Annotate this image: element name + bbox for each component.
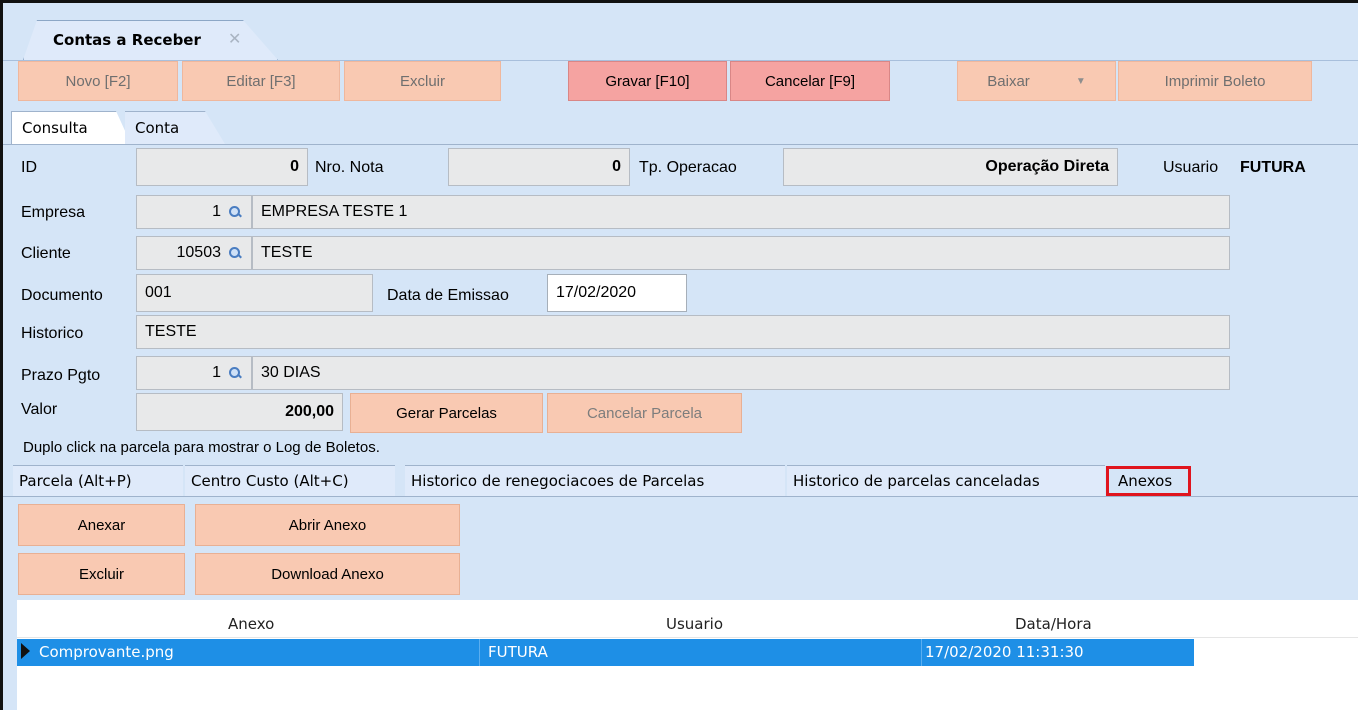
- empresa-label: Empresa: [21, 204, 86, 221]
- usuario-value: FUTURA: [1240, 159, 1306, 176]
- cliente-code: 10503: [176, 244, 222, 261]
- valor-label: Valor: [21, 401, 58, 418]
- prazo-code: 1: [212, 364, 221, 381]
- tp-operacao-label: Tp. Operacao: [639, 159, 737, 176]
- tab-historico-renegociacoes-label: Historico de renegociacoes de Parcelas: [411, 472, 705, 490]
- nro-nota-field: 0: [448, 148, 630, 186]
- tab-historico-canceladas[interactable]: Historico de parcelas canceladas: [787, 465, 1105, 496]
- column-header-anexo[interactable]: Anexo: [228, 615, 274, 633]
- id-label: ID: [21, 159, 37, 176]
- cliente-label: Cliente: [21, 245, 71, 262]
- tab-conta[interactable]: Conta: [125, 111, 225, 144]
- tab-centro-custo[interactable]: Centro Custo (Alt+C): [185, 465, 395, 496]
- doc-tab-label: Contas a Receber: [53, 31, 201, 49]
- cell-usuario[interactable]: FUTURA: [488, 643, 548, 661]
- novo-button[interactable]: Novo [F2]: [18, 61, 178, 101]
- excluir-anexo-button[interactable]: Excluir: [18, 553, 185, 595]
- column-header-data-hora[interactable]: Data/Hora: [1015, 615, 1092, 633]
- cell-data-hora[interactable]: 17/02/2020 11:31:30: [925, 643, 1084, 661]
- download-anexo-button[interactable]: Download Anexo: [195, 553, 460, 595]
- cell-anexo[interactable]: Comprovante.png: [39, 643, 174, 661]
- tab-consulta-label: Consulta: [22, 119, 88, 137]
- cliente-code-field[interactable]: 10503: [136, 236, 252, 270]
- data-emissao-label: Data de Emissao: [387, 287, 509, 304]
- search-icon[interactable]: [227, 365, 243, 381]
- cliente-name-field: TESTE: [252, 236, 1230, 270]
- tab-anexos[interactable]: Anexos: [1106, 466, 1191, 496]
- abrir-anexo-button[interactable]: Abrir Anexo: [195, 504, 460, 546]
- column-header-usuario[interactable]: Usuario: [666, 615, 723, 633]
- cancelar-button[interactable]: Cancelar [F9]: [730, 61, 890, 101]
- divider: [3, 496, 1358, 497]
- editar-button[interactable]: Editar [F3]: [182, 61, 340, 101]
- empresa-code: 1: [212, 203, 221, 220]
- hint-text: Duplo click na parcela para mostrar o Lo…: [23, 439, 380, 456]
- data-emissao-field[interactable]: 17/02/2020: [547, 274, 687, 312]
- cancelar-parcela-button[interactable]: Cancelar Parcela: [547, 393, 742, 433]
- anexar-button[interactable]: Anexar: [18, 504, 185, 546]
- excluir-button[interactable]: Excluir: [344, 61, 501, 101]
- search-icon[interactable]: [227, 204, 243, 220]
- search-icon[interactable]: [227, 245, 243, 261]
- divider: [921, 639, 922, 666]
- tab-historico-renegociacoes[interactable]: Historico de renegociacoes de Parcelas: [405, 465, 785, 496]
- divider: [479, 639, 480, 666]
- usuario-label: Usuario: [1163, 159, 1219, 176]
- chevron-down-icon: ▼: [1075, 75, 1086, 87]
- prazo-name-field: 30 DIAS: [252, 356, 1230, 390]
- tp-operacao-field: Operação Direta: [783, 148, 1118, 186]
- close-icon[interactable]: ✕: [228, 29, 241, 48]
- tab-historico-canceladas-label: Historico de parcelas canceladas: [793, 472, 1040, 490]
- empresa-name-field: EMPRESA TESTE 1: [252, 195, 1230, 229]
- tab-conta-label: Conta: [135, 119, 180, 137]
- tab-consulta[interactable]: Consulta: [11, 111, 131, 144]
- baixar-dropdown[interactable]: Baixar ▼: [957, 61, 1116, 101]
- prazo-pgto-label: Prazo Pgto: [21, 367, 101, 384]
- historico-label: Historico: [21, 325, 84, 342]
- row-indicator-icon: [21, 643, 30, 659]
- id-field: 0: [136, 148, 308, 186]
- contas-a-receber-window: Contas a Receber ✕ Novo [F2] Editar [F3]…: [0, 0, 1358, 713]
- historico-field[interactable]: TESTE: [136, 315, 1230, 349]
- tab-parcela-label: Parcela (Alt+P): [19, 472, 132, 490]
- documento-label: Documento: [21, 287, 103, 304]
- gravar-button[interactable]: Gravar [F10]: [568, 61, 727, 101]
- imprimir-boleto-button[interactable]: Imprimir Boleto: [1118, 61, 1312, 101]
- valor-field[interactable]: 200,00: [136, 393, 343, 431]
- tab-anexos-label: Anexos: [1118, 472, 1173, 490]
- gerar-parcelas-button[interactable]: Gerar Parcelas: [350, 393, 543, 433]
- divider: [3, 144, 1358, 145]
- nro-nota-label: Nro. Nota: [315, 159, 384, 176]
- tab-parcela[interactable]: Parcela (Alt+P): [13, 465, 183, 496]
- baixar-label: Baixar: [987, 72, 1030, 90]
- documento-field[interactable]: 001: [136, 274, 373, 312]
- empresa-code-field[interactable]: 1: [136, 195, 252, 229]
- prazo-code-field[interactable]: 1: [136, 356, 252, 390]
- tab-centro-custo-label: Centro Custo (Alt+C): [191, 472, 349, 490]
